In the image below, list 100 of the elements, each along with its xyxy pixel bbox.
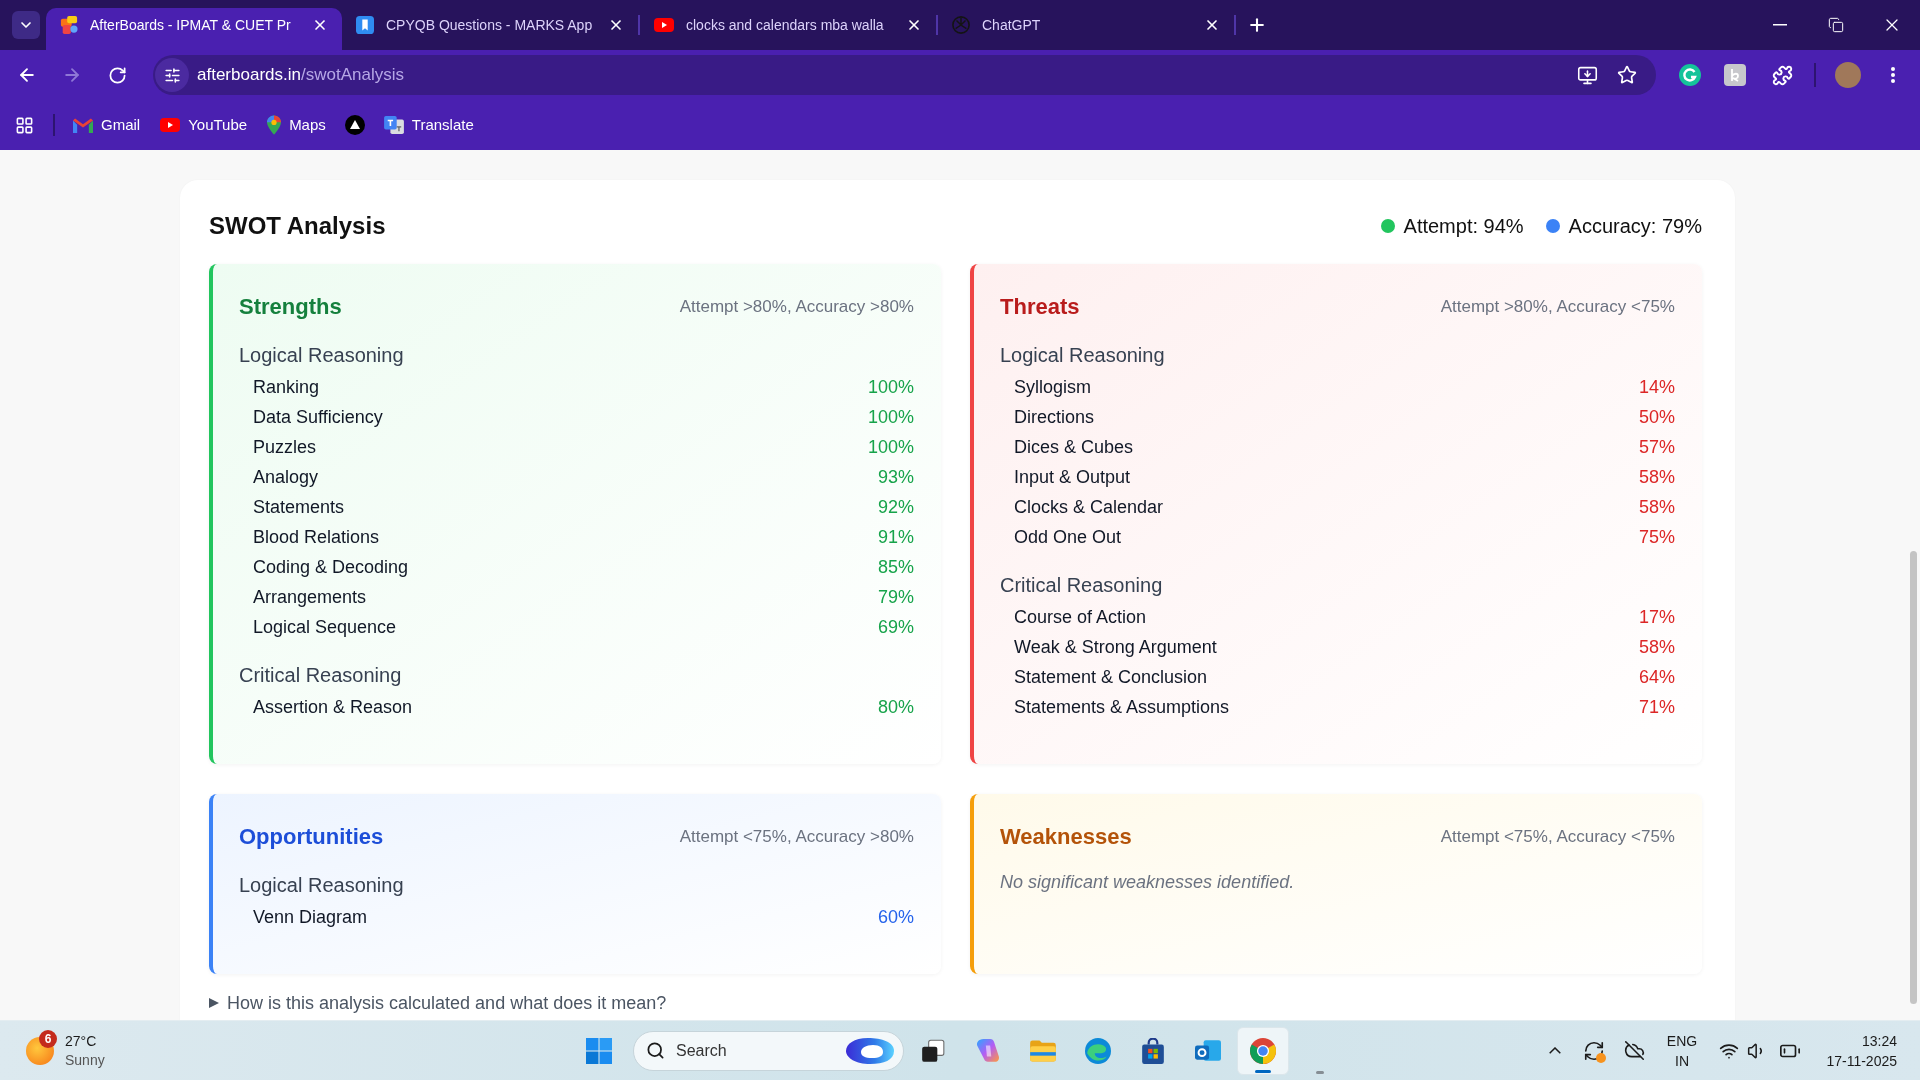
empty-state-text: No significant weaknesses identified. — [1000, 871, 1296, 894]
avatar-icon — [1835, 62, 1861, 88]
topic-score: 50% — [1638, 405, 1675, 429]
ring-logo-icon — [1679, 64, 1701, 86]
mail-app-icon — [1195, 1037, 1221, 1064]
category-heading: Logical Reasoning — [1000, 343, 1166, 368]
puzzle-icon — [1771, 64, 1793, 86]
topic-name: Arrangements — [253, 585, 367, 609]
topic-score: 79% — [877, 585, 914, 609]
category-heading: Logical Reasoning — [239, 873, 405, 898]
window-grid-icon — [586, 1037, 612, 1064]
topic-score: 71% — [1638, 695, 1675, 719]
profile-button[interactable] — [1832, 59, 1864, 91]
quadrant-title: Threats — [1000, 293, 1080, 321]
monitor-download-icon — [1576, 64, 1598, 86]
category-heading: Logical Reasoning — [239, 343, 405, 368]
knot-logo-icon — [952, 16, 970, 34]
triangle-logo-icon — [344, 115, 365, 135]
topic-name: Logical Sequence — [253, 615, 397, 639]
close-icon — [1204, 17, 1220, 33]
criteria-text: Attempt >80%, Accuracy >80% — [679, 296, 914, 319]
browser-tab[interactable]: AfterBoards - IPMAT & CUET Pr — [46, 8, 342, 50]
quadrant-title: Strengths — [239, 293, 342, 321]
topic-name: Statements — [253, 495, 345, 519]
details-summary[interactable]: How is this analysis calculated and what does it mean? — [209, 992, 667, 1014]
translate-icon — [383, 116, 404, 134]
topic-score: 69% — [877, 615, 914, 639]
topic-score: 75% — [1638, 525, 1675, 549]
weather-condition-text: Sunny — [65, 1050, 105, 1070]
topic-score: 60% — [877, 905, 914, 929]
topic-name: Ranking — [253, 375, 320, 399]
taskbar-search-field[interactable]: Search — [633, 1030, 904, 1071]
play-logo-icon — [160, 118, 181, 132]
topic-score: 14% — [1638, 375, 1675, 399]
topic-name: Odd One Out — [1014, 525, 1122, 549]
scrollbar-thumb[interactable] — [1910, 551, 1917, 1004]
bookmark-link[interactable]: Maps — [259, 109, 334, 141]
bookmark-link[interactable]: Translate — [375, 109, 482, 141]
topic-name: Analogy — [253, 465, 319, 489]
criteria-text: Attempt <75%, Accuracy <75% — [1440, 826, 1675, 849]
category-heading: Critical Reasoning — [1000, 573, 1164, 598]
topic-score: 85% — [877, 555, 914, 579]
topic-score: 58% — [1638, 465, 1675, 489]
reload-icon — [107, 65, 127, 85]
prism-logo-icon — [975, 1037, 1001, 1064]
topic-score: 100% — [867, 405, 914, 429]
browser-tab[interactable]: clocks and calendars mba walla — [640, 8, 936, 50]
bookmark-link[interactable]: Gmail — [65, 109, 149, 141]
quadrant-title: Opportunities — [239, 823, 384, 851]
store-bag-icon — [1140, 1037, 1166, 1064]
topic-name: Dices & Cubes — [1014, 435, 1134, 459]
browser-tab[interactable]: ChatGPT — [938, 8, 1234, 50]
topic-name: Statements & Assumptions — [1014, 695, 1230, 719]
topic-name: Directions — [1014, 405, 1095, 429]
topic-name: Input & Output — [1014, 465, 1131, 489]
legend-label: Accuracy: 79% — [1568, 214, 1702, 239]
tab-search-button[interactable] — [12, 11, 40, 39]
site-info-button[interactable] — [155, 58, 189, 92]
chevron-up-icon — [1549, 1047, 1561, 1054]
plus-icon — [1247, 15, 1267, 35]
task-view-icon — [920, 1037, 946, 1064]
alert-count: 6 — [39, 1029, 57, 1048]
close-icon — [312, 17, 328, 33]
mail-logo-icon — [73, 117, 93, 133]
app-indicator-icon — [1316, 1071, 1324, 1074]
topic-name: Coding & Decoding — [253, 555, 409, 579]
oval-logo-icon — [846, 1037, 894, 1064]
app-logo-icon — [60, 16, 78, 34]
map-pin-icon — [267, 115, 282, 135]
close-icon — [906, 17, 922, 33]
extension-logo-icon — [1724, 64, 1746, 86]
wave-logo-icon — [1085, 1037, 1111, 1064]
language-indicator[interactable]: ENG IN — [1662, 1030, 1702, 1071]
topic-name: Venn Diagram — [253, 905, 368, 929]
topic-score: 57% — [1638, 435, 1675, 459]
category-heading: Critical Reasoning — [239, 663, 403, 688]
topic-name: Assertion & Reason — [253, 695, 413, 719]
address-bar[interactable]: afterboards.in/swotAnalysis — [153, 55, 1656, 95]
folder-icon — [1029, 1038, 1057, 1063]
topic-name: Course of Action — [1014, 605, 1147, 629]
browser-tab[interactable]: CPYQB Questions - MARKS App — [342, 8, 638, 50]
topic-name: Clocks & Calendar — [1014, 495, 1164, 519]
topic-name: Blood Relations — [253, 525, 380, 549]
legend-label: Attempt: 94% — [1403, 214, 1524, 239]
browser-logo-icon — [1250, 1037, 1276, 1064]
criteria-text: Attempt <75%, Accuracy >80% — [679, 826, 914, 849]
topic-name: Syllogism — [1014, 375, 1092, 399]
menu-icon — [1891, 67, 1895, 83]
bookmark-link[interactable]: YouTube — [152, 109, 256, 141]
star-icon — [1617, 65, 1637, 85]
topic-score: 64% — [1638, 665, 1675, 689]
topic-name: Puzzles — [253, 435, 317, 459]
topic-score: 92% — [877, 495, 914, 519]
clock[interactable]: 13:24 17-11-2025 — [1811, 1030, 1897, 1071]
minimize-icon — [1773, 24, 1787, 26]
restore-icon — [1828, 17, 1844, 33]
topic-score: 93% — [877, 465, 914, 489]
play-logo-icon — [654, 18, 674, 32]
topic-name: Weak & Strong Argument — [1014, 635, 1217, 659]
quadrant-title: Weaknesses — [1000, 823, 1132, 851]
